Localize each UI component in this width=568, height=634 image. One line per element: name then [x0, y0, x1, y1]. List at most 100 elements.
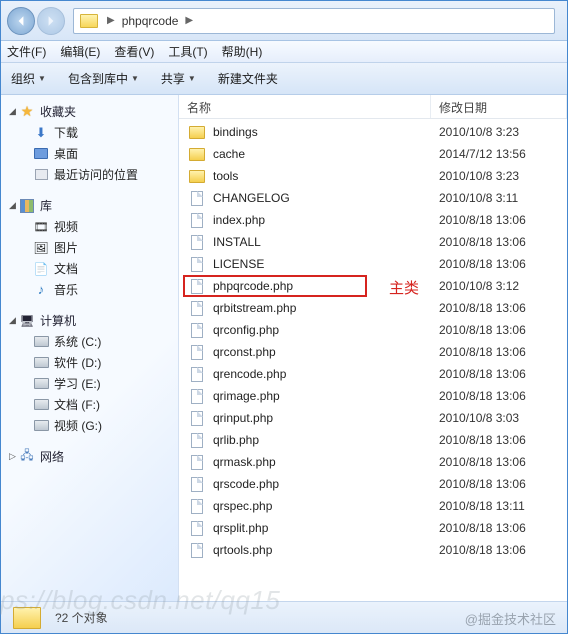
file-row[interactable]: CHANGELOG2010/10/8 3:11	[179, 187, 567, 209]
file-name: qrconfig.php	[213, 323, 279, 337]
file-date: 2010/8/18 13:06	[431, 323, 567, 337]
file-name: LICENSE	[213, 257, 264, 271]
column-date[interactable]: 修改日期	[431, 95, 567, 118]
sidebar-item-drive-c[interactable]: 系统 (C:)	[9, 331, 178, 352]
include-library-button[interactable]: 包含到库中▼	[68, 70, 139, 87]
sidebar-head-computer[interactable]: ◢ 计算机	[9, 310, 178, 331]
file-date: 2010/8/18 13:06	[431, 301, 567, 315]
file-name: qrinput.php	[213, 411, 273, 425]
folder-icon	[189, 146, 205, 162]
video-icon	[33, 219, 49, 235]
file-icon	[189, 454, 205, 470]
file-icon	[189, 256, 205, 272]
music-icon	[33, 282, 49, 298]
file-name: qrbitstream.php	[213, 301, 296, 315]
file-row[interactable]: qrtools.php2010/8/18 13:06	[179, 539, 567, 561]
file-row[interactable]: qrmask.php2010/8/18 13:06	[179, 451, 567, 473]
file-row[interactable]: qrconfig.php 2010/8/18 13:06	[179, 319, 567, 341]
file-date: 2010/8/18 13:06	[431, 521, 567, 535]
file-row[interactable]: tools2010/10/8 3:23	[179, 165, 567, 187]
content-pane: 名称 修改日期 bindings2010/10/8 3:23cache2014/…	[179, 95, 567, 601]
sidebar-item-image[interactable]: 图片	[9, 237, 178, 258]
explorer-window: ▶ phpqrcode ▶ 文件(F) 编辑(E) 查看(V) 工具(T) 帮助…	[0, 0, 568, 634]
file-name: index.php	[213, 213, 265, 227]
sidebar-item-drive-g[interactable]: 视频 (G:)	[9, 415, 178, 436]
sidebar-item-recent[interactable]: 最近访问的位置	[9, 164, 178, 185]
sidebar-item-desktop[interactable]: 桌面	[9, 143, 178, 164]
file-icon	[189, 234, 205, 250]
drive-icon	[33, 397, 49, 413]
file-name: INSTALL	[213, 235, 261, 249]
sidebar-head-favorites[interactable]: ◢ ★ 收藏夹	[9, 101, 178, 122]
forward-button[interactable]	[37, 7, 65, 35]
breadcrumb[interactable]: phpqrcode	[118, 14, 183, 28]
sidebar-item-drive-f[interactable]: 文档 (F:)	[9, 394, 178, 415]
recent-icon	[33, 167, 49, 183]
address-bar[interactable]: ▶ phpqrcode ▶	[73, 8, 555, 34]
drive-icon	[33, 418, 49, 434]
sidebar-head-library[interactable]: ◢ 库	[9, 195, 178, 216]
menu-help[interactable]: 帮助(H)	[222, 43, 263, 60]
main-area: ◢ ★ 收藏夹 ⬇下载 桌面 最近访问的位置 ◢ 库 视频 图片 文档 音乐	[1, 95, 567, 601]
file-row[interactable]: bindings2010/10/8 3:23	[179, 121, 567, 143]
chevron-down-icon: ▼	[38, 74, 46, 83]
file-icon	[189, 542, 205, 558]
file-date: 2010/8/18 13:06	[431, 433, 567, 447]
menu-view[interactable]: 查看(V)	[114, 43, 154, 60]
new-folder-button[interactable]: 新建文件夹	[218, 70, 278, 87]
file-row[interactable]: qrscode.php2010/8/18 13:06	[179, 473, 567, 495]
sidebar-network: ▷ 网络	[9, 446, 178, 467]
menu-file[interactable]: 文件(F)	[7, 43, 46, 60]
file-date: 2010/8/18 13:06	[431, 213, 567, 227]
sidebar-item-document[interactable]: 文档	[9, 258, 178, 279]
menu-edit[interactable]: 编辑(E)	[60, 43, 100, 60]
file-date: 2010/8/18 13:06	[431, 543, 567, 557]
drive-icon	[33, 334, 49, 350]
menu-tools[interactable]: 工具(T)	[168, 43, 207, 60]
file-icon	[189, 190, 205, 206]
file-row[interactable]: qrimage.php2010/8/18 13:06	[179, 385, 567, 407]
drive-icon	[33, 376, 49, 392]
statusbar: ?2 个对象	[1, 601, 567, 633]
file-row[interactable]: LICENSE2010/8/18 13:06	[179, 253, 567, 275]
folder-icon	[13, 607, 41, 629]
file-row[interactable]: qrconst.php2010/8/18 13:06	[179, 341, 567, 363]
file-icon	[189, 410, 205, 426]
file-row[interactable]: cache2014/7/12 13:56	[179, 143, 567, 165]
file-date: 2010/8/18 13:06	[431, 235, 567, 249]
back-button[interactable]	[7, 7, 35, 35]
file-row[interactable]: qrencode.php2010/8/18 13:06	[179, 363, 567, 385]
column-name[interactable]: 名称	[179, 95, 431, 118]
column-header: 名称 修改日期	[179, 95, 567, 119]
network-icon	[19, 449, 35, 465]
sidebar-item-drive-d[interactable]: 软件 (D:)	[9, 352, 178, 373]
expand-icon: ▷	[9, 451, 19, 462]
file-row[interactable]: qrsplit.php2010/8/18 13:06	[179, 517, 567, 539]
sidebar-head-network[interactable]: ▷ 网络	[9, 446, 178, 467]
file-row[interactable]: qrinput.php2010/10/8 3:03	[179, 407, 567, 429]
file-name: phpqrcode.php	[213, 279, 293, 293]
file-row[interactable]: index.php 2010/8/18 13:06	[179, 209, 567, 231]
sidebar-item-drive-e[interactable]: 学习 (E:)	[9, 373, 178, 394]
file-icon	[189, 366, 205, 382]
organize-button[interactable]: 组织▼	[11, 70, 46, 87]
file-icon	[189, 498, 205, 514]
file-name: qrmask.php	[213, 455, 276, 469]
image-icon	[33, 240, 49, 256]
file-date: 2010/8/18 13:11	[431, 499, 567, 513]
file-row[interactable]: qrbitstream.php 2010/8/18 13:06	[179, 297, 567, 319]
chevron-down-icon: ▼	[188, 74, 196, 83]
file-date: 2010/8/18 13:06	[431, 367, 567, 381]
file-date: 2010/10/8 3:23	[431, 169, 567, 183]
file-row[interactable]: qrspec.php 2010/8/18 13:11	[179, 495, 567, 517]
file-row[interactable]: phpqrcode.php2010/10/8 3:12主类	[179, 275, 567, 297]
collapse-icon: ◢	[9, 106, 19, 117]
file-date: 2010/10/8 3:23	[431, 125, 567, 139]
sidebar-item-music[interactable]: 音乐	[9, 279, 178, 300]
file-row[interactable]: INSTALL 2010/8/18 13:06	[179, 231, 567, 253]
sidebar-item-download[interactable]: ⬇下载	[9, 122, 178, 143]
file-row[interactable]: qrlib.php2010/8/18 13:06	[179, 429, 567, 451]
sidebar-item-video[interactable]: 视频	[9, 216, 178, 237]
share-button[interactable]: 共享▼	[161, 70, 196, 87]
file-name: qrspec.php	[213, 499, 272, 513]
